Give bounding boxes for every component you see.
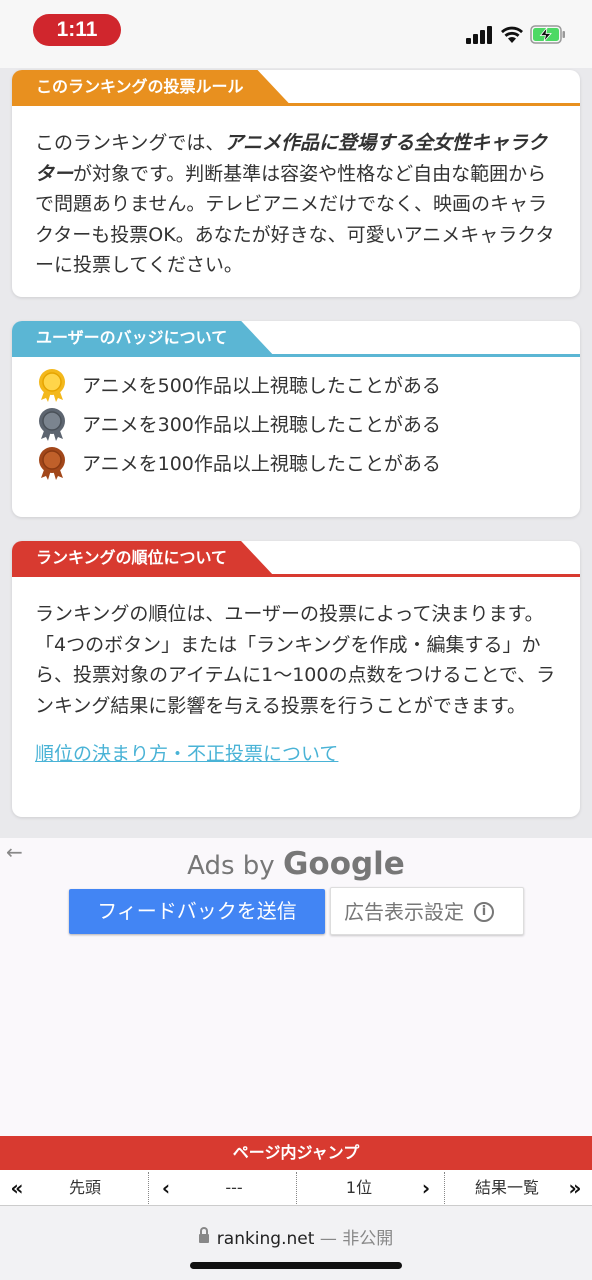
cellular-signal-icon	[466, 26, 494, 44]
ranking-order-title: ランキングの順位について	[12, 541, 273, 575]
lock-icon	[198, 1226, 209, 1243]
badge-item-gold: アニメを500作品以上視聴したことがある	[36, 365, 580, 404]
vote-rules-card: このランキングの投票ルール このランキングでは、アニメ作品に登場する全女性キャラ…	[12, 70, 580, 297]
vote-rules-text: このランキングでは、アニメ作品に登場する全女性キャラクターが対象です。判断基準は…	[12, 106, 580, 297]
ranking-rules-link[interactable]: 順位の決まり方・不正投票について	[35, 743, 338, 765]
jump-first-button[interactable]: 先頭	[40, 1170, 130, 1206]
chevron-left-icon[interactable]: ‹	[154, 1170, 178, 1206]
divider	[12, 354, 580, 357]
home-indicator[interactable]	[190, 1262, 402, 1269]
badges-title: ユーザーのバッジについて	[12, 321, 273, 355]
double-chevron-left-icon[interactable]: «	[4, 1170, 30, 1206]
ranking-order-text: ランキングの順位は、ユーザーの投票によって決まります。「4つのボタン」または「ラ…	[35, 603, 556, 717]
badge-label: アニメを100作品以上視聴したことがある	[82, 453, 441, 475]
ads-by-google: Ads by Google	[0, 846, 592, 882]
ranking-order-card: ランキングの順位について ランキングの順位は、ユーザーの投票によって決まります。…	[12, 541, 580, 817]
divider	[12, 103, 580, 106]
badges-card: ユーザーのバッジについて アニメを500作品以上視聴したことがある アニメを30…	[12, 321, 580, 517]
badge-item-bronze: アニメを100作品以上視聴したことがある	[36, 443, 580, 482]
badge-label: アニメを300作品以上視聴したことがある	[82, 414, 441, 436]
badge-label: アニメを500作品以上視聴したことがある	[82, 375, 441, 397]
jump-results-button[interactable]: 結果一覧	[458, 1170, 556, 1206]
url-privacy-status: 非公開	[342, 1229, 394, 1249]
page-jump-nav: « 先頭 ‹ --- 1位 › 結果一覧 »	[0, 1170, 592, 1206]
vote-rules-text-intro: このランキングでは、	[35, 132, 225, 154]
page-jump-title: ページ内ジャンプ	[0, 1136, 592, 1170]
ad-settings-label: 広告表示設定	[344, 900, 464, 924]
info-icon: i	[474, 901, 494, 922]
ad-feedback-panel: ← Ads by Google フィードバックを送信 広告表示設定 i	[0, 838, 592, 1136]
ad-settings-button[interactable]: 広告表示設定 i	[330, 887, 524, 935]
badge-item-silver: アニメを300作品以上視聴したことがある	[36, 404, 580, 443]
battery-charging-icon	[530, 25, 565, 44]
silver-badge-icon	[39, 407, 65, 441]
jump-next-button[interactable]: 1位	[310, 1170, 408, 1206]
status-time: 1:11	[33, 14, 121, 46]
badge-list: アニメを500作品以上視聴したことがある アニメを300作品以上視聴したことがあ…	[12, 357, 580, 482]
wifi-icon	[501, 26, 523, 43]
chevron-right-icon[interactable]: ›	[414, 1170, 438, 1206]
url-display[interactable]: ranking.net — 非公開	[0, 1224, 592, 1249]
vote-rules-title: このランキングの投票ルール	[12, 70, 290, 104]
google-logo: Google	[282, 846, 405, 882]
url-domain: ranking.net	[216, 1229, 315, 1249]
bronze-badge-icon	[39, 446, 65, 480]
status-bar: 1:11	[0, 0, 592, 68]
browser-url-bar[interactable]: ranking.net — 非公開	[0, 1206, 592, 1280]
gold-badge-icon	[39, 368, 65, 402]
send-feedback-button[interactable]: フィードバックを送信	[69, 889, 325, 934]
double-chevron-right-icon[interactable]: »	[562, 1170, 588, 1206]
divider	[12, 574, 580, 577]
vote-rules-text-rest: が対象です。判断基準は容姿や性格など自由な範囲からで問題ありません。テレビアニメ…	[35, 162, 555, 277]
url-separator: —	[319, 1229, 337, 1249]
ads-by-label: Ads by	[187, 851, 275, 881]
jump-prev-button[interactable]: ---	[190, 1170, 278, 1206]
